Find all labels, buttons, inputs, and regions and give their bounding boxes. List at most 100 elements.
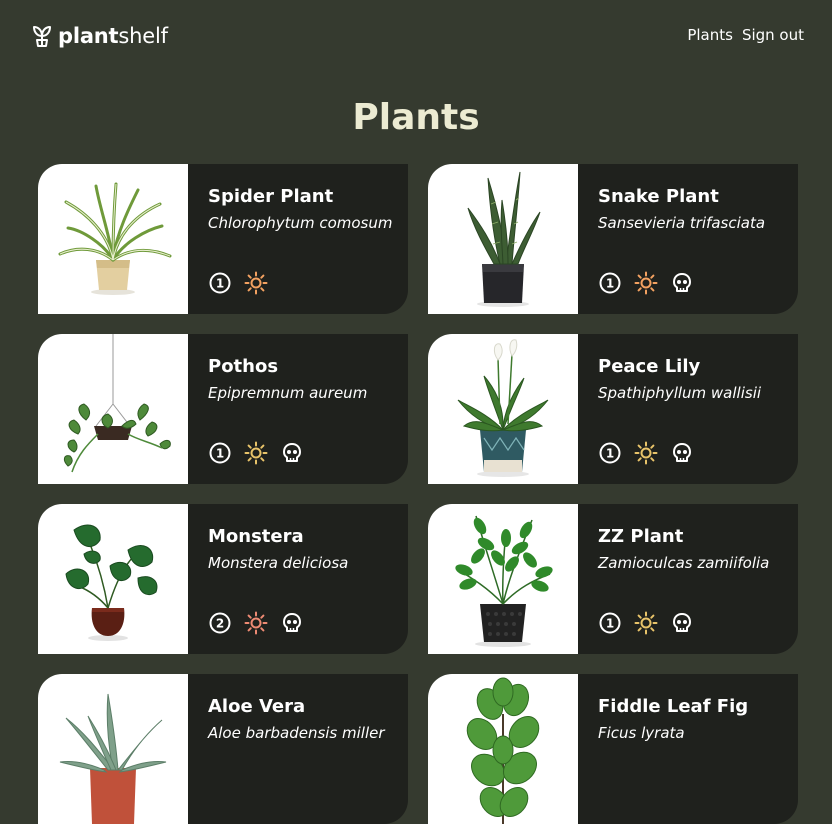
- water-indicator: 1: [208, 271, 232, 295]
- nav-sign-out-link[interactable]: Sign out: [742, 24, 804, 46]
- sun-icon: [634, 441, 658, 465]
- water-indicator: 1: [598, 271, 622, 295]
- sun-icon: [244, 441, 268, 465]
- plant-name: Spider Plant: [208, 186, 334, 207]
- plant-info: Fiddle Leaf Fig Ficus lyrata: [598, 695, 788, 744]
- water-indicator: 1: [208, 441, 232, 465]
- fiddle-leaf-fig-image: [466, 677, 540, 824]
- plant-image: [38, 164, 188, 314]
- skull-icon: [673, 273, 691, 292]
- care-icons: 1: [598, 441, 694, 465]
- main-nav: Plants Sign out: [687, 24, 804, 46]
- sun-indicator: [244, 271, 268, 295]
- plant-card[interactable]: Pothos Epipremnum aureum 1: [38, 334, 408, 484]
- plant-scientific-name: Chlorophytum comosum: [208, 214, 393, 232]
- plant-image: [38, 674, 188, 824]
- water-level-icon: 2: [209, 612, 231, 634]
- water-level-icon: 1: [599, 272, 621, 294]
- plant-image: [38, 504, 188, 654]
- skull-icon: [673, 443, 691, 462]
- nav-plants-link[interactable]: Plants: [687, 24, 733, 46]
- plant-scientific-name: Monstera deliciosa: [208, 554, 349, 572]
- plant-card[interactable]: Snake Plant Sansevieria trifasciata 1: [428, 164, 798, 314]
- svg-text:2: 2: [216, 617, 224, 631]
- svg-text:1: 1: [606, 277, 614, 291]
- skull-icon: [673, 613, 691, 632]
- toxicity-indicator: [280, 611, 304, 635]
- care-icons: 2: [208, 611, 304, 635]
- sun-indicator: [634, 611, 658, 635]
- plant-card[interactable]: Peace Lily Spathiphyllum wallisii 1: [428, 334, 798, 484]
- plant-info: ZZ Plant Zamioculcas zamiifolia: [598, 525, 788, 574]
- zz-plant-image: [455, 515, 553, 647]
- plant-scientific-name: Zamioculcas zamiifolia: [598, 554, 770, 572]
- plant-name: Fiddle Leaf Fig: [598, 696, 749, 717]
- plant-info: Snake Plant Sansevieria trifasciata: [598, 185, 788, 234]
- sun-icon: [634, 611, 658, 635]
- svg-text:1: 1: [216, 277, 224, 291]
- peace-lily-image: [457, 339, 549, 477]
- sun-indicator: [244, 441, 268, 465]
- plant-info: Peace Lily Spathiphyllum wallisii: [598, 355, 788, 404]
- sun-icon: [244, 611, 268, 635]
- page-title: Plants: [352, 97, 480, 138]
- water-indicator: 1: [598, 441, 622, 465]
- logo-text: plantshelf: [58, 24, 168, 48]
- plant-card[interactable]: Spider Plant Chlorophytum comosum 1: [38, 164, 408, 314]
- toxicity-indicator: [670, 271, 694, 295]
- sun-indicator: [244, 611, 268, 635]
- sun-icon: [244, 271, 268, 295]
- plant-scientific-name: Aloe barbadensis miller: [208, 724, 385, 742]
- svg-text:1: 1: [606, 447, 614, 461]
- plant-scientific-name: Sansevieria trifasciata: [598, 214, 766, 232]
- plant-scientific-name: Ficus lyrata: [598, 724, 685, 742]
- skull-icon: [283, 443, 301, 462]
- care-icons: 1: [598, 271, 694, 295]
- toxicity-indicator: [670, 441, 694, 465]
- plant-name: Monstera: [208, 526, 304, 547]
- aloe-vera-image: [59, 693, 167, 824]
- plant-image: [428, 674, 578, 824]
- plant-info: Pothos Epipremnum aureum: [208, 355, 398, 404]
- plant-logo-icon: [33, 26, 51, 47]
- water-indicator: 2: [208, 611, 232, 635]
- plant-image: [428, 164, 578, 314]
- sun-indicator: [634, 441, 658, 465]
- pothos-image: [63, 334, 171, 473]
- plant-card[interactable]: Aloe Vera Aloe barbadensis miller: [38, 674, 408, 824]
- plant-card[interactable]: Monstera Monstera deliciosa 2: [38, 504, 408, 654]
- plant-info: Spider Plant Chlorophytum comosum: [208, 185, 398, 234]
- water-level-icon: 1: [209, 272, 231, 294]
- plant-name: ZZ Plant: [598, 526, 684, 547]
- top-bar: plantshelf Plants Sign out: [0, 0, 832, 72]
- care-icons: 1: [208, 271, 268, 295]
- care-icons: 1: [208, 441, 304, 465]
- plant-name: Peace Lily: [598, 356, 701, 377]
- plant-card[interactable]: Fiddle Leaf Fig Ficus lyrata: [428, 674, 798, 824]
- plant-info: Monstera Monstera deliciosa: [208, 525, 398, 574]
- sun-indicator: [634, 271, 658, 295]
- logo[interactable]: plantshelf: [32, 22, 168, 50]
- toxicity-indicator: [670, 611, 694, 635]
- plant-scientific-name: Epipremnum aureum: [208, 384, 368, 402]
- water-indicator: 1: [598, 611, 622, 635]
- plant-image: [428, 504, 578, 654]
- plant-card[interactable]: ZZ Plant Zamioculcas zamiifolia 1: [428, 504, 798, 654]
- plant-info: Aloe Vera Aloe barbadensis miller: [208, 695, 398, 744]
- svg-text:1: 1: [606, 617, 614, 631]
- plant-image: [38, 334, 188, 484]
- svg-text:1: 1: [216, 447, 224, 461]
- care-icons: 1: [598, 611, 694, 635]
- skull-icon: [283, 613, 301, 632]
- snake-plant-image: [467, 171, 541, 307]
- plant-image: [428, 334, 578, 484]
- water-level-icon: 1: [599, 612, 621, 634]
- water-level-icon: 1: [209, 442, 231, 464]
- plant-scientific-name: Spathiphyllum wallisii: [598, 384, 762, 402]
- plant-name: Snake Plant: [598, 186, 719, 207]
- toxicity-indicator: [280, 441, 304, 465]
- spider-plant-image: [58, 182, 172, 295]
- sun-icon: [634, 271, 658, 295]
- plant-name: Pothos: [208, 356, 279, 377]
- water-level-icon: 1: [599, 442, 621, 464]
